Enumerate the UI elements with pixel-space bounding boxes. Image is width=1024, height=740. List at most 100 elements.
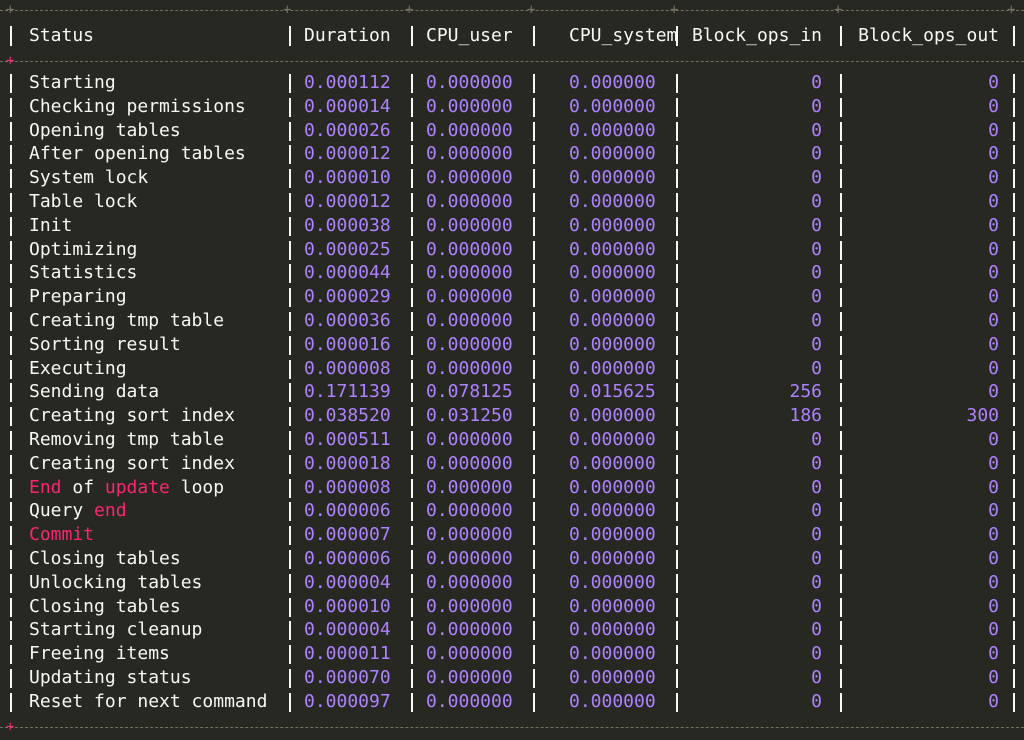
status-text: Closing tables xyxy=(29,595,181,617)
table-junction-plus: + xyxy=(283,2,292,18)
table-row: Freeing items 0.000011 0.000000 0.000000 0 0 xyxy=(0,642,1024,665)
status-text: Sorting result xyxy=(29,333,181,355)
status-cell: Commit xyxy=(29,523,94,546)
status-text: Statistics xyxy=(29,262,138,284)
duration-cell: 0.000097 xyxy=(304,690,391,712)
status-cell: Opening tables xyxy=(29,119,181,142)
table-row: Reset for next command 0.000097 0.000000 0.… xyxy=(0,690,1024,713)
duration-cell: 0.171139 xyxy=(304,381,391,403)
block-ops-out-cell: 0 xyxy=(988,310,999,331)
cpu-user-cell: 0.000000 xyxy=(426,238,513,260)
table-row: Closing tables 0.000006 0.000000 0.000000 0 0 xyxy=(0,547,1024,570)
table-separator-line xyxy=(0,727,1024,728)
block-ops-in-cell: 0 xyxy=(811,429,822,450)
duration-cell: 0.000008 xyxy=(304,357,391,379)
status-text: Updating status xyxy=(29,667,192,688)
table-row: Updating status 0.000070 0.000000 0.000000 0… xyxy=(0,666,1024,689)
duration-cell: 0.000112 xyxy=(304,72,391,93)
status-text: Closing tables xyxy=(29,548,181,569)
cpu-system-cell: 0.000000 xyxy=(569,95,656,117)
cpu-system-cell: 0.000000 xyxy=(569,191,656,212)
cpu-user-cell: 0.000000 xyxy=(426,72,513,93)
status-text: Freeing items xyxy=(29,643,170,665)
cpu-user-cell: 0.031250 xyxy=(426,405,513,427)
column-header-block-ops-in: Block_ops_in xyxy=(691,25,822,46)
table-junction-plus: + xyxy=(834,2,843,18)
status-cell: Optimizing xyxy=(29,238,137,261)
table-row: Creating sort index 0.038520 0.031250 0.000… xyxy=(0,404,1024,427)
table-junction-plus: + xyxy=(670,2,679,18)
block-ops-out-cell: 0 xyxy=(988,286,999,308)
duration-cell: 0.000038 xyxy=(304,214,391,236)
status-cell: Sending data xyxy=(29,380,159,403)
table-row: Preparing 0.000029 0.000000 0.000000 0 0 xyxy=(0,285,1024,308)
cpu-user-cell: 0.000000 xyxy=(426,191,513,212)
cpu-system-cell: 0.015625 xyxy=(569,381,656,403)
cpu-system-cell: 0.000000 xyxy=(569,524,656,546)
table-junction-plus: + xyxy=(527,2,536,18)
cpu-system-cell: 0.000000 xyxy=(569,143,656,165)
cpu-system-cell: 0.000000 xyxy=(569,452,656,474)
duration-cell: 0.000012 xyxy=(304,143,391,165)
cpu-system-cell: 0.000000 xyxy=(569,333,656,355)
status-cell: Creating sort index xyxy=(29,452,235,475)
status-text: Executing xyxy=(29,357,127,379)
table-row: Removing tmp table 0.000511 0.000000 0.0000… xyxy=(0,428,1024,451)
block-ops-out-cell: 0 xyxy=(988,500,999,522)
block-ops-out-cell: 0 xyxy=(988,214,999,236)
cpu-user-cell: 0.000000 xyxy=(426,643,513,665)
block-ops-in-cell: 0 xyxy=(811,500,822,522)
table-separator-line xyxy=(0,10,1024,11)
duration-cell: 0.000006 xyxy=(304,500,391,522)
cpu-user-cell: 0.000000 xyxy=(426,95,513,117)
status-cell: Preparing xyxy=(29,285,127,308)
block-ops-in-cell: 0 xyxy=(811,262,822,284)
status-keyword: end xyxy=(94,500,127,522)
block-ops-out-cell: 0 xyxy=(988,357,999,379)
table-separator-line xyxy=(0,61,1024,62)
table-row: Executing 0.000008 0.000000 0.000000 0 0 xyxy=(0,357,1024,380)
cpu-user-cell: 0.000000 xyxy=(426,690,513,712)
duration-cell: 0.000004 xyxy=(304,619,391,641)
block-ops-in-cell: 0 xyxy=(811,690,822,712)
status-text: Query xyxy=(29,500,95,522)
status-cell: Sorting result xyxy=(29,333,181,356)
duration-cell: 0.000036 xyxy=(304,310,391,331)
status-cell: Creating tmp table xyxy=(29,309,224,332)
duration-cell: 0.000018 xyxy=(304,452,391,474)
table-row: Unlocking tables 0.000004 0.000000 0.000000… xyxy=(0,571,1024,594)
block-ops-in-cell: 0 xyxy=(811,286,822,308)
column-header-cpu-user: CPU_user xyxy=(426,25,513,46)
cpu-system-cell: 0.000000 xyxy=(569,571,656,593)
column-header-block-ops-out: Block_ops_out xyxy=(858,25,999,46)
status-cell: Removing tmp table xyxy=(29,428,224,451)
block-ops-in-cell: 0 xyxy=(811,452,822,474)
status-keyword: update xyxy=(104,476,170,498)
status-text: Preparing xyxy=(29,286,127,308)
duration-cell: 0.000029 xyxy=(304,286,391,308)
duration-cell: 0.000014 xyxy=(304,95,391,117)
duration-cell: 0.000511 xyxy=(304,429,391,450)
status-text: Opening tables xyxy=(29,119,181,141)
duration-cell: 0.000011 xyxy=(304,643,391,665)
status-cell: Table lock xyxy=(29,190,137,213)
block-ops-in-cell: 0 xyxy=(811,214,822,236)
block-ops-in-cell: 0 xyxy=(811,143,822,165)
duration-cell: 0.000004 xyxy=(304,571,391,593)
block-ops-in-cell: 0 xyxy=(811,571,822,593)
block-ops-out-cell: 300 xyxy=(966,405,999,427)
table-row: Creating tmp table 0.000036 0.000000 0.0000… xyxy=(0,309,1024,332)
block-ops-in-cell: 0 xyxy=(811,595,822,617)
cpu-system-cell: 0.000000 xyxy=(569,619,656,641)
block-ops-out-cell: 0 xyxy=(988,262,999,284)
duration-cell: 0.000008 xyxy=(304,476,391,498)
block-ops-out-cell: 0 xyxy=(988,119,999,141)
status-text: Starting xyxy=(29,72,116,93)
cpu-system-cell: 0.000000 xyxy=(569,286,656,308)
cpu-user-cell: 0.000000 xyxy=(426,214,513,236)
block-ops-in-cell: 0 xyxy=(811,619,822,641)
block-ops-out-cell: 0 xyxy=(988,238,999,260)
table-row: Statistics 0.000044 0.000000 0.000000 0 0 xyxy=(0,261,1024,284)
table-row: Starting cleanup 0.000004 0.000000 0.000000… xyxy=(0,618,1024,641)
duration-cell: 0.000010 xyxy=(304,595,391,617)
